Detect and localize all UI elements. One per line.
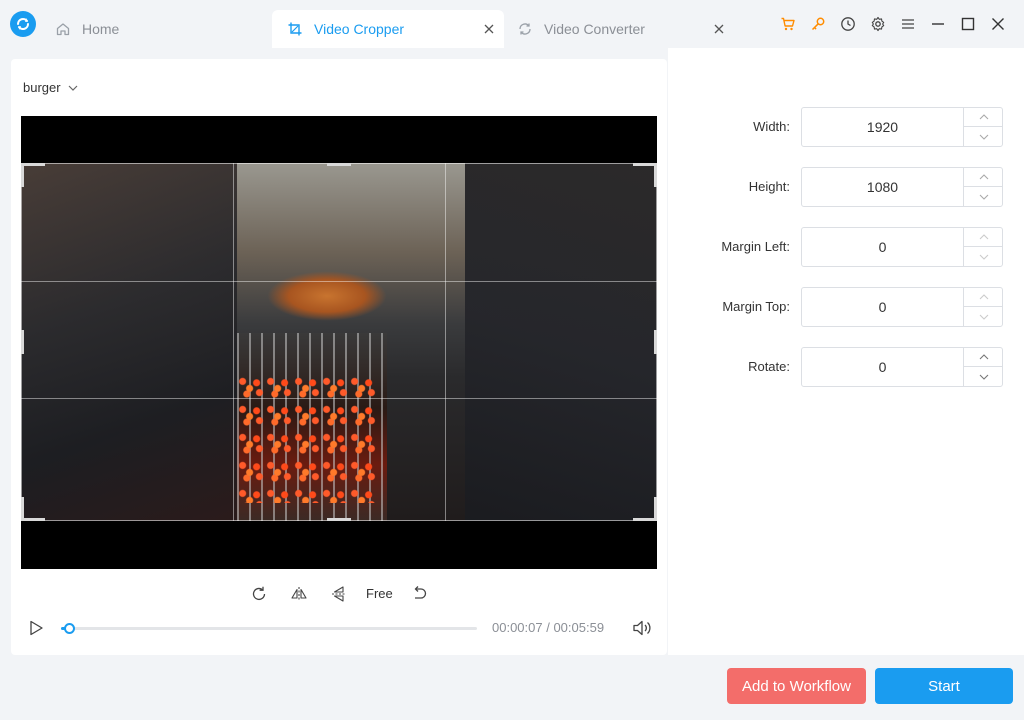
crop-handle-right[interactable] xyxy=(654,330,657,354)
decrement-icon[interactable] xyxy=(964,247,1003,266)
video-frame xyxy=(21,163,657,521)
height-input[interactable]: 1080 xyxy=(801,167,1003,207)
crop-grid[interactable] xyxy=(21,163,657,521)
tab-video-cropper[interactable]: Video Cropper xyxy=(272,10,504,48)
tab-home-label: Home xyxy=(82,21,120,37)
increment-icon[interactable] xyxy=(964,228,1003,247)
reset-icon[interactable] xyxy=(408,583,430,605)
width-input[interactable]: 1920 xyxy=(801,107,1003,147)
crop-handle-left[interactable] xyxy=(21,330,24,354)
decrement-icon[interactable] xyxy=(964,127,1003,146)
tab-video-cropper-label: Video Cropper xyxy=(314,21,405,37)
close-icon[interactable] xyxy=(988,14,1008,34)
key-icon[interactable] xyxy=(808,14,828,34)
rotate-icon[interactable] xyxy=(248,583,270,605)
crop-handle-top[interactable] xyxy=(327,163,351,166)
playback-bar: 00:00:07 / 00:05:59 xyxy=(11,617,667,639)
cropper-preview-panel: burger Free 00:00:07 / 00:05:59 xyxy=(11,59,667,655)
increment-icon[interactable] xyxy=(964,288,1003,307)
margin-left-label: Margin Left: xyxy=(721,239,790,254)
maximize-icon[interactable] xyxy=(958,14,978,34)
chevron-down-icon xyxy=(68,85,78,91)
aspect-ratio-free[interactable]: Free xyxy=(366,586,393,601)
rotate-label: Rotate: xyxy=(748,359,790,374)
close-tab-icon[interactable] xyxy=(482,22,496,36)
flip-horizontal-icon[interactable] xyxy=(288,583,310,605)
tab-home[interactable]: Home xyxy=(54,10,119,48)
crop-icon xyxy=(286,20,304,38)
increment-icon[interactable] xyxy=(964,168,1003,187)
decrement-icon[interactable] xyxy=(964,187,1003,206)
menu-icon[interactable] xyxy=(898,14,918,34)
playback-time: 00:00:07 / 00:05:59 xyxy=(492,620,605,635)
home-icon xyxy=(54,20,72,38)
increment-icon[interactable] xyxy=(964,108,1003,127)
tab-video-converter-label: Video Converter xyxy=(544,21,645,37)
width-value[interactable]: 1920 xyxy=(802,108,963,146)
edit-toolbar: Free xyxy=(11,583,667,605)
crop-handle-bottom-left[interactable] xyxy=(21,518,45,521)
width-label: Width: xyxy=(753,119,790,134)
height-label: Height: xyxy=(748,179,790,194)
source-file-dropdown[interactable]: burger xyxy=(23,80,79,95)
rotate-value[interactable]: 0 xyxy=(802,348,963,386)
source-file-label: burger xyxy=(23,80,61,95)
crop-handle-bottom[interactable] xyxy=(327,518,351,521)
convert-icon xyxy=(516,20,534,38)
progress-handle[interactable] xyxy=(64,623,76,634)
flip-vertical-icon[interactable] xyxy=(328,583,350,605)
crop-handle-top-left[interactable] xyxy=(21,163,45,166)
margin-top-stepper xyxy=(963,288,1003,326)
play-icon[interactable] xyxy=(27,619,45,637)
add-to-workflow-button[interactable]: Add to Workflow xyxy=(727,668,866,704)
close-tab-icon[interactable] xyxy=(712,22,726,36)
start-button[interactable]: Start xyxy=(875,668,1013,704)
crop-handle-bottom-right[interactable] xyxy=(654,497,657,521)
crop-settings-panel: Width: 1920 Height: 1080 Margin Left: 0 xyxy=(668,48,1024,655)
cart-icon[interactable] xyxy=(778,14,798,34)
app-logo-icon xyxy=(10,11,36,37)
volume-icon[interactable] xyxy=(632,619,652,637)
margin-top-field: Margin Top: 0 xyxy=(668,287,1024,327)
gear-icon[interactable] xyxy=(868,14,888,34)
video-preview xyxy=(21,116,657,569)
crop-handle-top-left[interactable] xyxy=(21,163,24,187)
margin-left-stepper xyxy=(963,228,1003,266)
width-field: Width: 1920 xyxy=(668,107,1024,147)
tab-video-converter[interactable]: Video Converter xyxy=(516,10,732,48)
progress-slider[interactable] xyxy=(61,623,477,634)
height-stepper xyxy=(963,168,1003,206)
margin-top-value[interactable]: 0 xyxy=(802,288,963,326)
margin-top-label: Margin Top: xyxy=(722,299,790,314)
minimize-icon[interactable] xyxy=(928,14,948,34)
crop-border[interactable] xyxy=(21,163,657,521)
height-value[interactable]: 1080 xyxy=(802,168,963,206)
decrement-icon[interactable] xyxy=(964,367,1003,386)
rotate-field: Rotate: 0 xyxy=(668,347,1024,387)
title-bar: Home Video Cropper Video Converter xyxy=(0,0,1024,48)
increment-icon[interactable] xyxy=(964,348,1003,367)
margin-top-input[interactable]: 0 xyxy=(801,287,1003,327)
decrement-icon[interactable] xyxy=(964,307,1003,326)
width-stepper xyxy=(963,108,1003,146)
rotate-stepper xyxy=(963,348,1003,386)
margin-left-value[interactable]: 0 xyxy=(802,228,963,266)
crop-handle-top-right[interactable] xyxy=(654,163,657,187)
crop-handle-bottom-left[interactable] xyxy=(21,497,24,521)
margin-left-field: Margin Left: 0 xyxy=(668,227,1024,267)
history-icon[interactable] xyxy=(838,14,858,34)
height-field: Height: 1080 xyxy=(668,167,1024,207)
rotate-input[interactable]: 0 xyxy=(801,347,1003,387)
margin-left-input[interactable]: 0 xyxy=(801,227,1003,267)
